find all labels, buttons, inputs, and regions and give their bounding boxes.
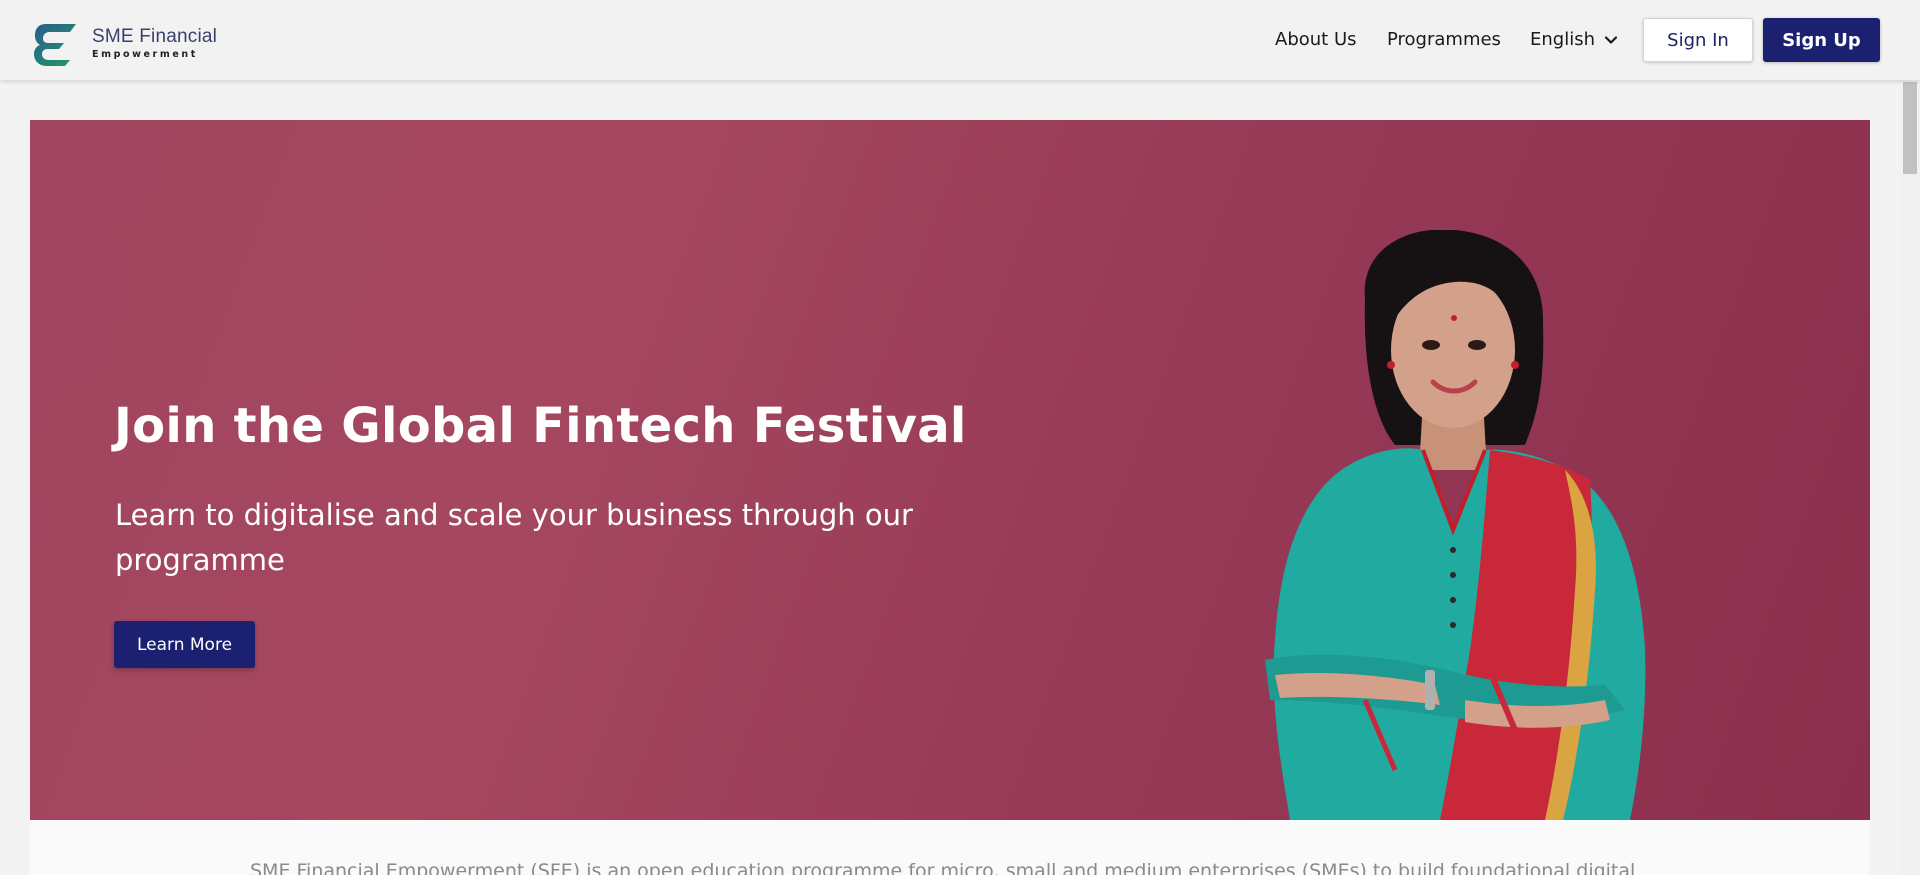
site-logo[interactable]: SME Financial Empowerment xyxy=(30,18,217,68)
nav-about-us[interactable]: About Us xyxy=(1275,29,1357,50)
chevron-down-icon xyxy=(1604,35,1618,44)
sign-in-button[interactable]: Sign In xyxy=(1643,18,1753,62)
hero-subtitle: Learn to digitalise and scale your busin… xyxy=(115,498,913,577)
nav-programmes[interactable]: Programmes xyxy=(1387,29,1501,50)
scrollbar-thumb[interactable] xyxy=(1903,82,1917,174)
hero-woman-image xyxy=(1265,230,1646,820)
sign-up-button[interactable]: Sign Up xyxy=(1763,18,1880,62)
site-header: SME Financial Empowerment About Us Progr… xyxy=(0,0,1920,80)
sfe-logo-icon xyxy=(34,24,76,66)
learn-more-button[interactable]: Learn More xyxy=(114,621,255,668)
page-scrollbar[interactable] xyxy=(1900,80,1920,875)
intro-section: SME Financial Empowerment (SFE) is an op… xyxy=(30,820,1870,875)
logo-title: SME Financial xyxy=(92,25,218,47)
logo-subtitle: Empowerment xyxy=(92,48,198,60)
language-selector[interactable]: English xyxy=(1530,29,1618,50)
intro-text: SME Financial Empowerment (SFE) is an op… xyxy=(250,860,1636,875)
hero-title: Join the Global Fintech Festival xyxy=(114,398,967,454)
hero-banner: Join the Global Fintech Festival Learn t… xyxy=(30,120,1870,820)
language-label: English xyxy=(1530,29,1595,50)
